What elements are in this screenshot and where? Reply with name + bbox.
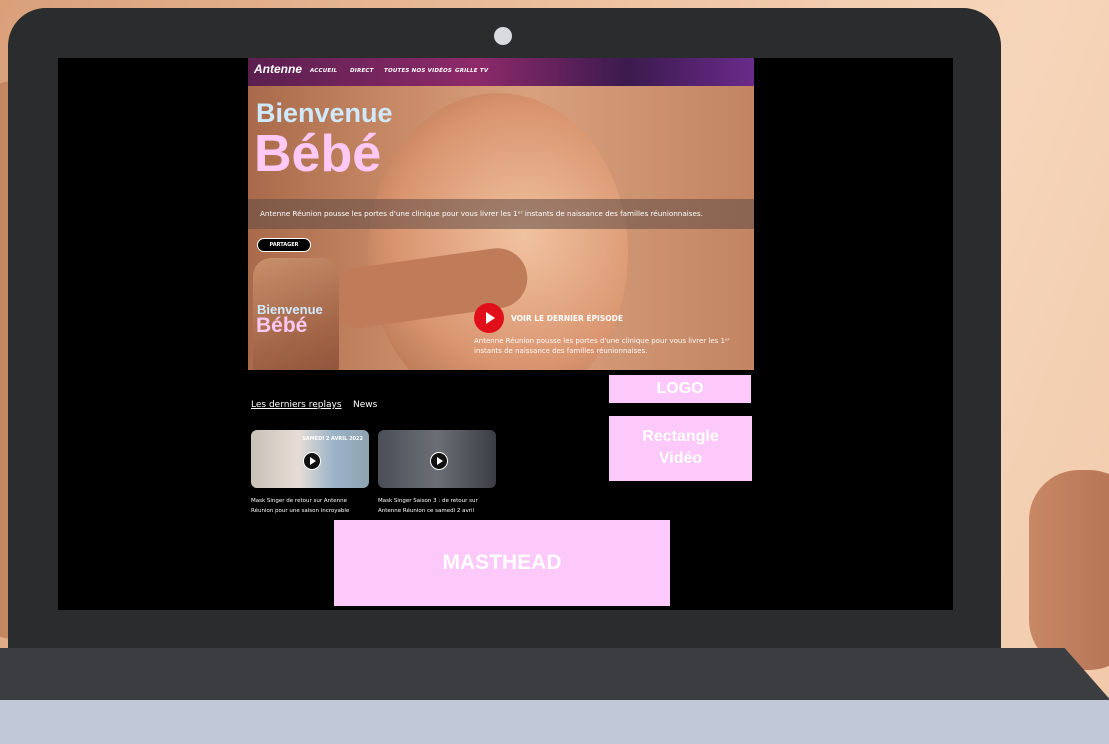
tab-news[interactable]: News: [353, 400, 377, 410]
nav-direct[interactable]: DIRECT: [350, 68, 374, 74]
hero-section: Antenne ACCUEIL DIRECT TOUTES NOS VIDÉOS…: [248, 58, 754, 370]
video-thumbnail[interactable]: SAMEDI 2 AVRIL 2022: [251, 430, 369, 488]
ad-masthead-placeholder: MASTHEAD: [334, 520, 670, 606]
nav-grille-tv[interactable]: GRILLE TV: [455, 68, 488, 74]
thumbnail-date-text: SAMEDI 2 AVRIL 2022: [302, 436, 363, 442]
hero-caption-bar: Antenne Réunion pousse les portes d'une …: [248, 199, 754, 229]
webcam: [494, 27, 512, 45]
ad-rectangle-video-placeholder: Rectangle Vidéo: [609, 416, 752, 481]
nav-accueil[interactable]: ACCUEIL: [310, 68, 337, 74]
play-icon[interactable]: [430, 452, 448, 470]
play-icon[interactable]: [474, 303, 504, 333]
ad-rectangle-line2: Vidéo: [658, 450, 703, 467]
ad-rectangle-line1: Rectangle: [642, 428, 719, 445]
video-thumbnail[interactable]: [378, 430, 496, 488]
poster-title-line2: Bébé: [256, 314, 308, 337]
tab-derniers-replays[interactable]: Les derniers replays: [251, 400, 342, 410]
hero-title-line2: Bébé: [254, 125, 382, 183]
video-title[interactable]: Mask Singer de retour sur Antenne Réunio…: [251, 496, 363, 516]
episode-description: Antenne Réunion pousse les portes d'une …: [474, 337, 730, 355]
share-button[interactable]: PARTAGER: [257, 238, 311, 252]
ad-logo-placeholder: LOGO: [609, 375, 751, 403]
desk-surface: [0, 700, 1109, 744]
play-icon[interactable]: [303, 452, 321, 470]
site-logo[interactable]: Antenne: [254, 62, 302, 76]
show-poster[interactable]: Bienvenue Bébé: [253, 258, 339, 370]
laptop-screen: Antenne ACCUEIL DIRECT TOUTES NOS VIDÉOS…: [58, 58, 953, 610]
hero-caption: Antenne Réunion pousse les portes d'une …: [260, 209, 703, 218]
laptop-base: [0, 648, 1109, 704]
video-title[interactable]: Mask Singer Saison 3 : de retour sur Ant…: [378, 496, 490, 516]
right-hand: [1029, 470, 1109, 670]
top-nav: Antenne ACCUEIL DIRECT TOUTES NOS VIDÉOS…: [248, 58, 754, 86]
last-episode-link[interactable]: VOIR LE DERNIER ÉPISODE: [511, 314, 623, 323]
nav-toutes-nos-videos[interactable]: TOUTES NOS VIDÉOS: [384, 68, 452, 74]
